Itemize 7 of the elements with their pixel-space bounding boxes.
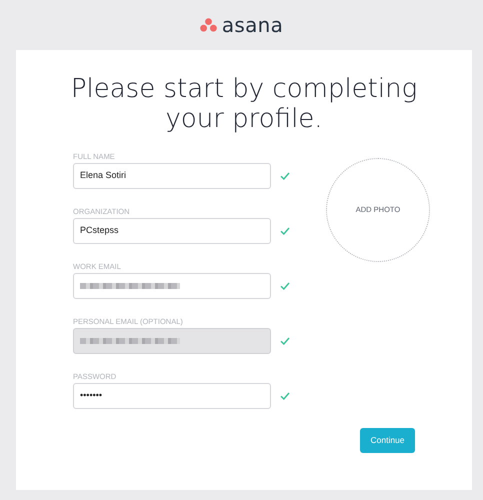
input-field[interactable]: PCstepss	[73, 218, 271, 244]
logo-icon	[200, 18, 217, 32]
logo-text: asana	[222, 15, 284, 35]
page-title: Please start by completing your profile.	[70, 74, 418, 134]
input-field[interactable]: Elena Sotiri	[73, 163, 271, 189]
input-field[interactable]	[73, 273, 271, 299]
input-field[interactable]: •••••••	[73, 383, 271, 409]
